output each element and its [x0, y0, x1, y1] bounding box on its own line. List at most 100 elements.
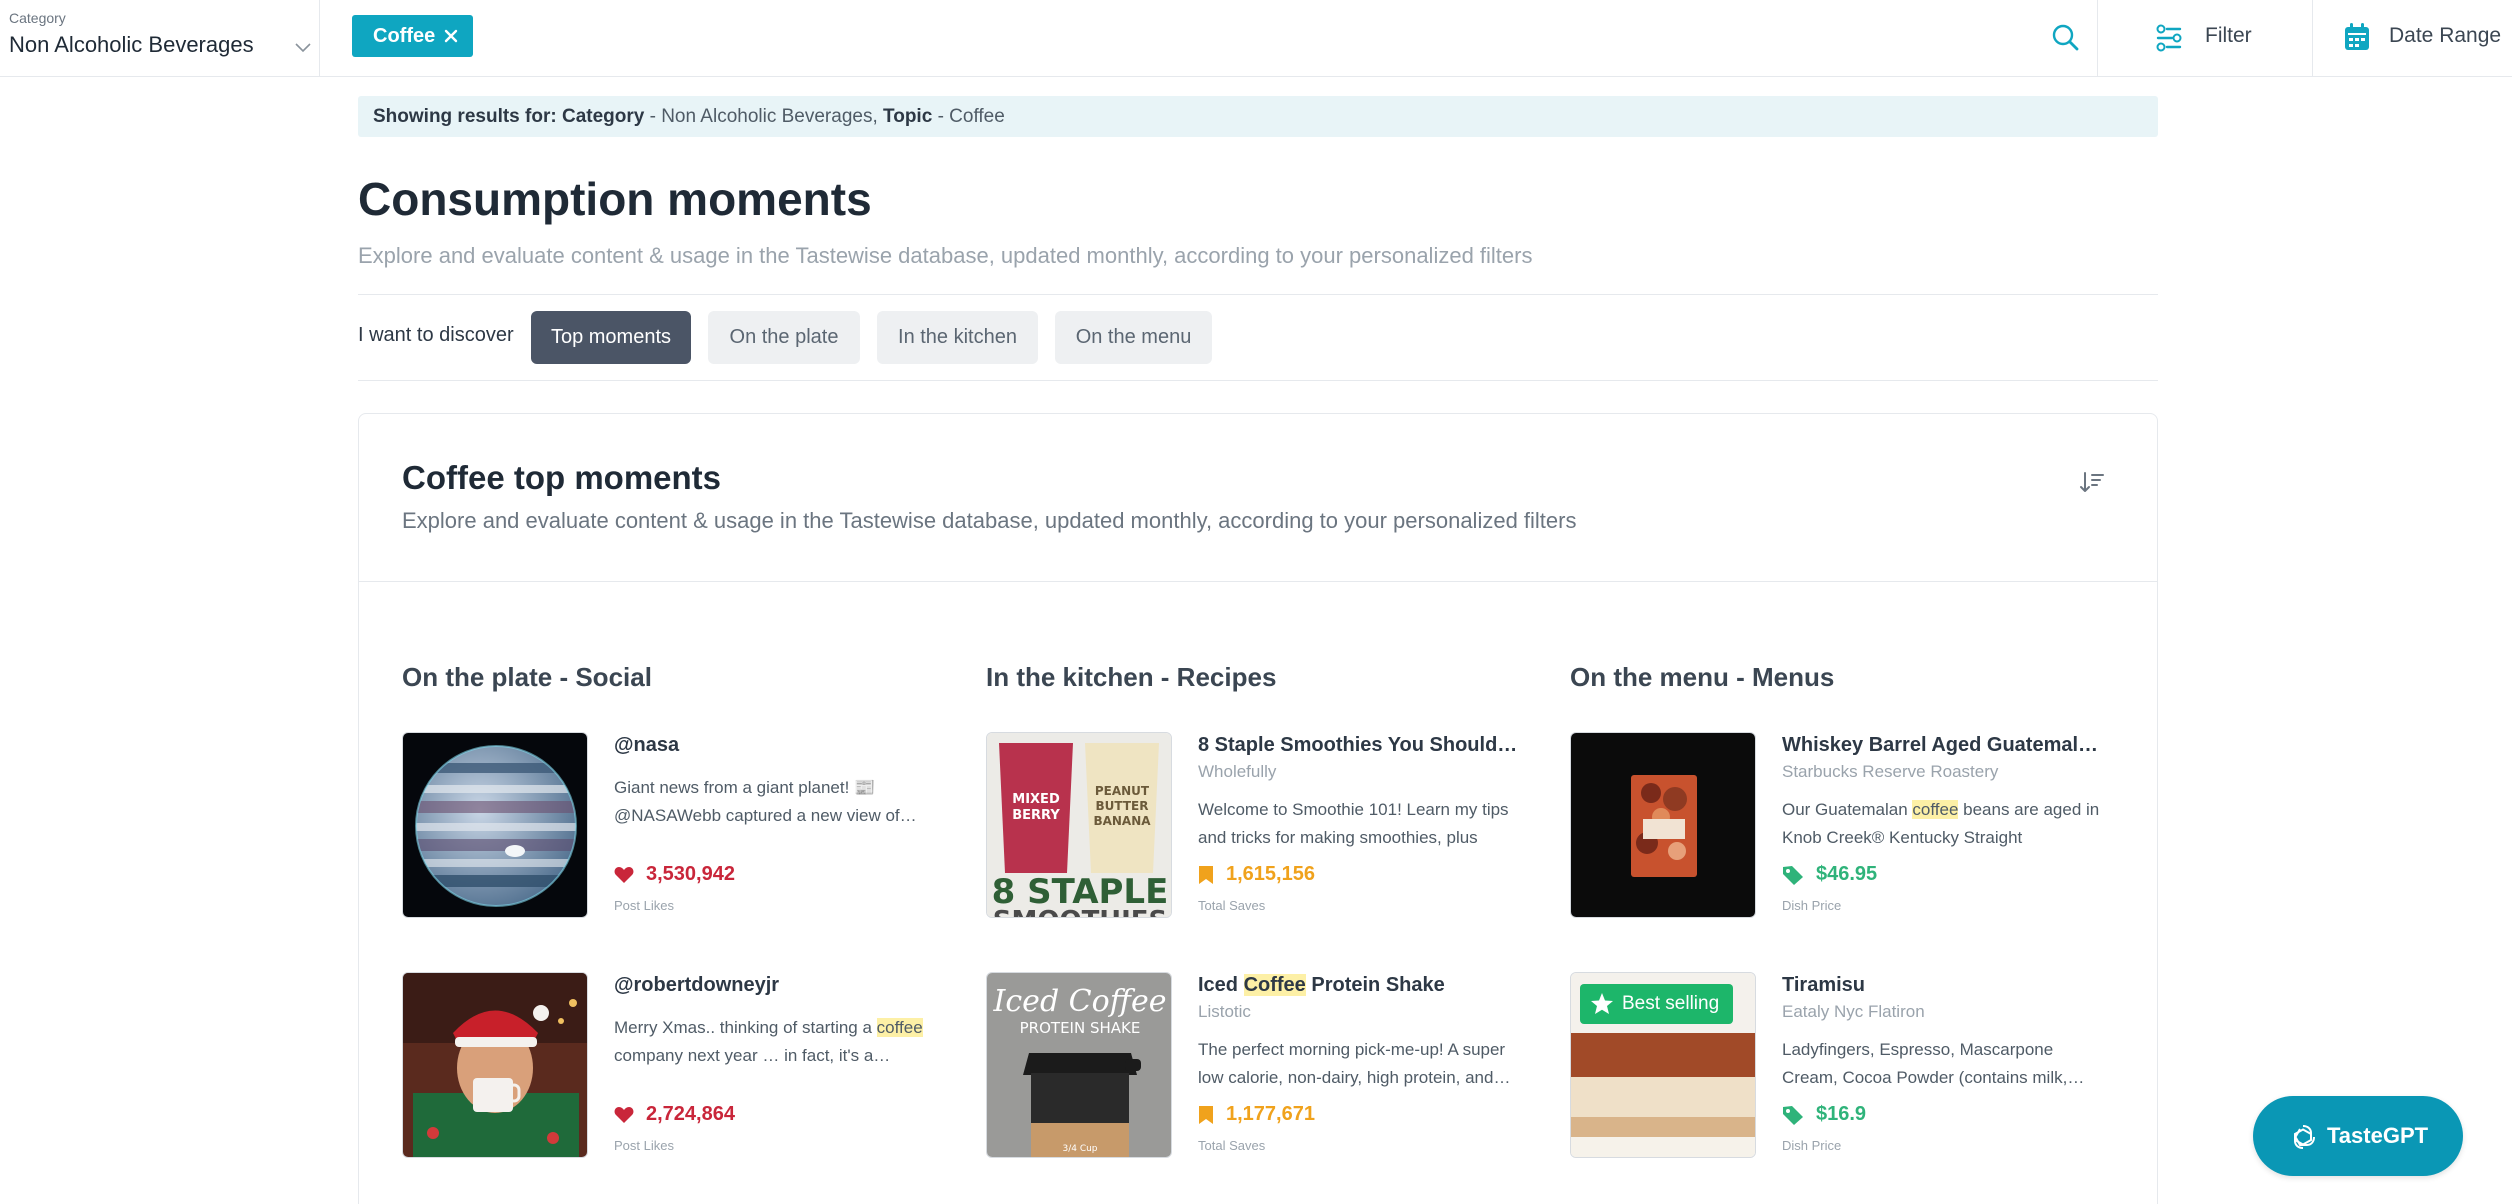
recipe-description: The perfect morning pick-me-up! A super …: [1198, 1040, 1511, 1087]
results-banner: Showing results for: Category - Non Alco…: [358, 96, 2158, 137]
card-title: Coffee top moments: [402, 459, 722, 496]
likes-count: 2,724,864: [646, 1103, 735, 1125]
filter-icon: [2156, 24, 2182, 52]
banner-topic-value: - Coffee: [937, 106, 1005, 127]
svg-text:3/4 Cup: 3/4 Cup: [1062, 1144, 1097, 1154]
saves-count: 1,615,156: [1226, 863, 1315, 885]
price-tag-icon: [1783, 865, 1803, 885]
post-author[interactable]: @nasa: [614, 734, 934, 757]
date-range-label: Date Range: [2389, 24, 2502, 47]
tastegpt-button[interactable]: TasteGPT: [2253, 1096, 2463, 1176]
divider: [358, 380, 2158, 381]
post-image[interactable]: [402, 732, 588, 918]
tab-top-moments[interactable]: Top moments: [531, 311, 691, 364]
svg-text:BANANA: BANANA: [1093, 814, 1151, 828]
recipe-saves: 1,177,671: [1198, 1103, 1315, 1126]
category-label: Category: [9, 10, 66, 26]
menu-item-card[interactable]: Whiskey Barrel Aged Guatemala … Starbuck…: [1570, 732, 2130, 918]
dish-title[interactable]: Tiramisu: [1782, 974, 2102, 997]
ai-assistant-icon: [2294, 1125, 2315, 1149]
post-text: Giant news from a giant planet! 📰 @NASAW…: [614, 778, 917, 825]
page-subtitle: Explore and evaluate content & usage in …: [358, 243, 1533, 268]
svg-text:Iced Coffee: Iced Coffee: [993, 984, 1167, 1019]
recipe-source: Listotic: [1198, 1002, 1251, 1021]
post-image[interactable]: [402, 972, 588, 1158]
topic-chip-coffee[interactable]: Coffee: [352, 15, 473, 57]
metric-label: Post Likes: [614, 898, 674, 913]
dish-description: Ladyfingers, Espresso, Mascarpone Cream,…: [1782, 1040, 2085, 1087]
banner-prefix: Showing results for:: [373, 106, 557, 127]
svg-text:BUTTER: BUTTER: [1096, 799, 1149, 813]
page-title: Consumption moments: [358, 173, 872, 225]
category-select[interactable]: Category Non Alcoholic Beverages: [0, 0, 320, 76]
saves-count: 1,177,671: [1226, 1103, 1315, 1125]
keyword-highlight: coffee: [876, 1018, 923, 1037]
post-text: Merry Xmas.. thinking of starting a coff…: [614, 1018, 923, 1065]
menu-item-card[interactable]: Best selling Tiramisu Eataly Nyc Flatiro…: [1570, 972, 2130, 1158]
recipe-saves: 1,615,156: [1198, 863, 1315, 886]
post-likes: 2,724,864: [614, 1103, 735, 1126]
post-likes: 3,530,942: [614, 863, 735, 886]
metric-label: Post Likes: [614, 1138, 674, 1153]
svg-text:PEANUT: PEANUT: [1095, 784, 1150, 798]
banner-category-value: - Non Alcoholic Beverages,: [649, 106, 878, 127]
badge-label: Best selling: [1622, 993, 1720, 1014]
price-value: $46.95: [1816, 863, 1878, 885]
dish-price: $46.95: [1782, 863, 1877, 886]
social-post-card[interactable]: @nasa Giant news from a giant planet! 📰 …: [402, 732, 962, 918]
filter-button[interactable]: Filter: [2098, 0, 2312, 76]
svg-text:SMOOTHIES: SMOOTHIES: [993, 906, 1167, 918]
likes-count: 3,530,942: [646, 863, 735, 885]
tastegpt-label: TasteGPT: [2327, 1123, 2429, 1148]
discover-label: I want to discover: [358, 324, 514, 346]
category-value[interactable]: Non Alcoholic Beverages: [9, 32, 254, 58]
metric-label: Total Saves: [1198, 1138, 1266, 1153]
top-bar: Category Non Alcoholic Beverages Coffee …: [0, 0, 2512, 77]
metric-label: Dish Price: [1782, 898, 1842, 913]
chevron-down-icon[interactable]: [292, 36, 314, 58]
recipe-title[interactable]: Iced Coffee Protein Shake: [1198, 974, 1518, 997]
bookmark-icon: [1199, 1105, 1213, 1124]
close-icon[interactable]: [441, 26, 461, 46]
dish-description: Our Guatemalan coffee beans are aged in …: [1782, 800, 2100, 847]
tab-in-the-kitchen[interactable]: In the kitchen: [877, 311, 1038, 364]
recipe-card[interactable]: Iced Coffee PROTEIN SHAKE 3/4 Cup Iced C…: [986, 972, 1546, 1158]
recipe-title[interactable]: 8 Staple Smoothies You Should K…: [1198, 734, 1518, 757]
column-title-menus: On the menu - Menus: [1570, 662, 1835, 692]
price-value: $16.9: [1816, 1103, 1867, 1125]
svg-text:MIXED: MIXED: [1012, 792, 1060, 807]
restaurant-name: Starbucks Reserve Roastery: [1782, 762, 1999, 781]
date-range-button[interactable]: Date Range: [2313, 0, 2512, 76]
metric-label: Total Saves: [1198, 898, 1266, 913]
divider: [359, 581, 2157, 582]
recipe-image[interactable]: MIXED BERRY PEANUT BUTTER BANANA 8 STAPL…: [986, 732, 1172, 918]
star-icon: [1591, 993, 1613, 1014]
keyword-highlight: Coffee: [1243, 974, 1306, 996]
metric-label: Dish Price: [1782, 1138, 1842, 1153]
svg-text:PROTEIN SHAKE: PROTEIN SHAKE: [1020, 1019, 1141, 1037]
recipe-source: Wholefully: [1198, 762, 1277, 781]
keyword-highlight: coffee: [1912, 800, 1959, 819]
search-icon[interactable]: [2050, 22, 2080, 52]
recipe-image[interactable]: Iced Coffee PROTEIN SHAKE 3/4 Cup: [986, 972, 1172, 1158]
sort-icon[interactable]: [2078, 469, 2106, 497]
heart-icon: [614, 866, 634, 883]
price-tag-icon: [1783, 1105, 1803, 1125]
tab-on-the-plate[interactable]: On the plate: [708, 311, 860, 364]
dish-title[interactable]: Whiskey Barrel Aged Guatemala …: [1782, 734, 2102, 757]
column-title-social: On the plate - Social: [402, 662, 652, 692]
social-post-card[interactable]: @robertdowneyjr Merry Xmas.. thinking of…: [402, 972, 962, 1158]
recipe-card[interactable]: MIXED BERRY PEANUT BUTTER BANANA 8 STAPL…: [986, 732, 1546, 918]
dish-image[interactable]: [1570, 732, 1756, 918]
post-author[interactable]: @robertdowneyjr: [614, 974, 934, 997]
heart-icon: [614, 1106, 634, 1123]
top-moments-card: Coffee top moments Explore and evaluate …: [358, 413, 2158, 1204]
calendar-icon: [2345, 23, 2369, 50]
bookmark-icon: [1199, 865, 1213, 884]
card-subtitle: Explore and evaluate content & usage in …: [402, 508, 1577, 533]
tab-on-the-menu[interactable]: On the menu: [1055, 311, 1212, 364]
topic-chip-label: Coffee: [373, 24, 436, 47]
column-title-recipes: In the kitchen - Recipes: [986, 662, 1277, 692]
divider: [358, 294, 2158, 295]
filter-label: Filter: [2205, 24, 2252, 47]
